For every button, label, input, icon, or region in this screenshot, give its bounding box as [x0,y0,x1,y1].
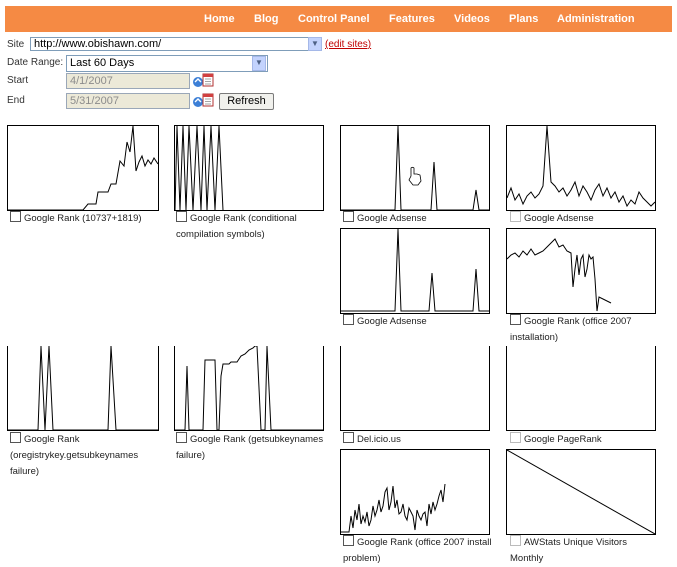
start-date-input[interactable]: 4/1/2007 [66,73,190,89]
chart-checkbox[interactable] [343,211,354,222]
top-nav: Home Blog Control Panel Features Videos … [5,6,672,32]
nav-control-panel[interactable]: Control Panel [298,13,370,25]
date-range-label: Date Range: [7,57,64,68]
chart-checkbox[interactable] [510,535,521,546]
chart-google-adsense-2 [506,125,656,211]
chart-checkbox[interactable] [343,535,354,546]
calendar-icon[interactable] [192,73,214,88]
end-label: End [7,95,25,106]
nav-home[interactable]: Home [204,13,235,25]
chart-delicious [340,346,490,431]
chart-google-rank-oregistrykey [7,346,159,431]
chart-google-adsense-1 [340,125,490,211]
chart-checkbox[interactable] [176,211,187,222]
chart-google-rank-getsubkeynames [174,346,324,431]
site-label: Site [7,39,25,50]
chart-caption: Google Adsense [343,314,503,330]
chart-caption: Google Rank (10737+1819) [10,211,170,227]
site-dropdown-arrow-icon[interactable]: ▼ [308,37,322,51]
nav-plans[interactable]: Plans [509,13,538,25]
chart-checkbox[interactable] [343,314,354,325]
chart-caption: AWStats Unique Visitors Monthly [510,535,627,564]
chart-caption: Google Rank (office 2007 install problem… [343,535,492,564]
chart-google-rank-office-2007 [506,228,656,314]
chart-checkbox[interactable] [510,211,521,222]
chart-checkbox[interactable] [176,432,187,443]
chart-google-rank-10737 [7,125,159,211]
date-range-select[interactable]: Last 60 Days [66,55,268,72]
chart-google-rank-conditional [174,125,324,211]
chart-checkbox[interactable] [510,432,521,443]
chart-google-rank-install-problem [340,449,490,535]
nav-videos[interactable]: Videos [454,13,490,25]
chart-caption: Del.icio.us [343,432,503,448]
chart-checkbox[interactable] [10,432,21,443]
end-date-input[interactable]: 5/31/2007 [66,93,190,109]
chart-checkbox[interactable] [10,211,21,222]
nav-blog[interactable]: Blog [254,13,278,25]
chart-caption: Google Rank (oregistrykey.getsubkeynames… [10,432,139,477]
chart-checkbox[interactable] [343,432,354,443]
chart-caption: Google Rank (getsubkeynames failure) [176,432,324,461]
start-label: Start [7,75,29,86]
edit-sites-link[interactable]: (edit sites) [325,39,371,50]
chart-caption: Google Rank (conditional compilation sym… [176,211,297,240]
chart-caption: Google Adsense [343,211,503,227]
nav-administration[interactable]: Administration [557,13,635,25]
chart-caption: Google Adsense [510,211,670,227]
chart-caption: Google Rank (office 2007 installation) [510,314,632,343]
date-range-arrow-icon[interactable]: ▼ [252,56,266,71]
chart-google-adsense-3 [340,228,490,314]
site-select[interactable]: http://www.obishawn.com/ [30,37,320,51]
chart-checkbox[interactable] [510,314,521,325]
chart-awstats-unique-visitors [506,449,656,535]
chart-google-pagerank [506,346,656,431]
nav-features[interactable]: Features [389,13,435,25]
calendar-icon[interactable] [192,93,214,108]
refresh-button[interactable]: Refresh [219,93,274,110]
chart-caption: Google PageRank [510,432,670,448]
